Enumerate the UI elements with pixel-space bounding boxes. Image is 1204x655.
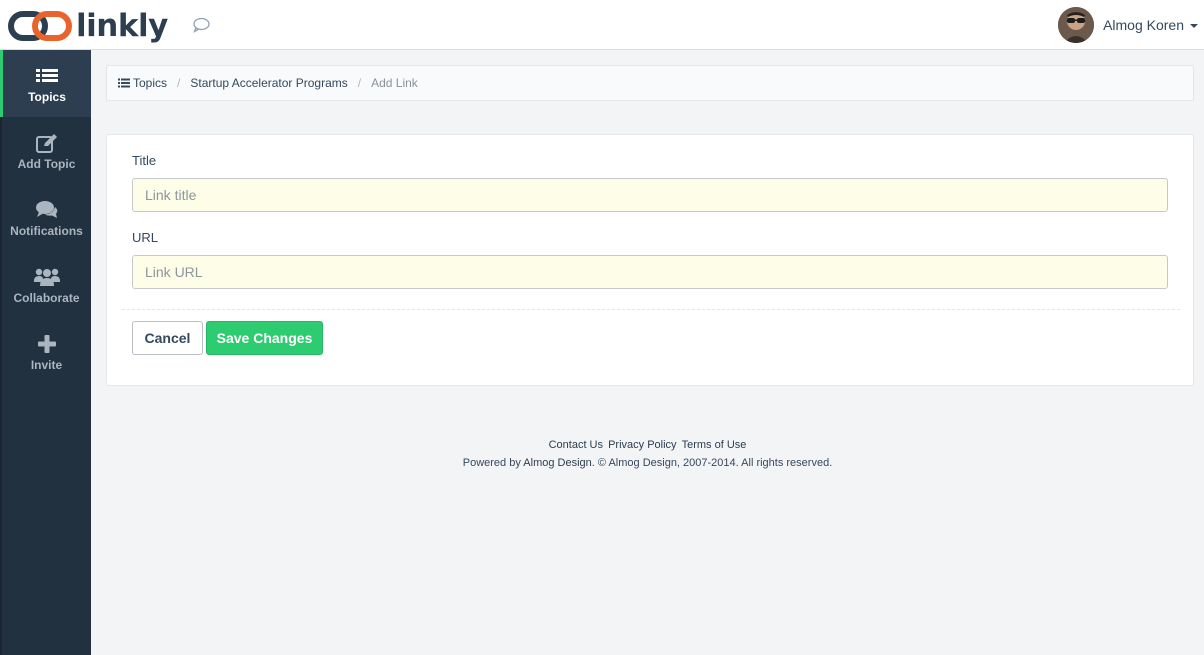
cancel-button[interactable]: Cancel — [132, 321, 203, 355]
sidebar-item-notifications[interactable]: Notifications — [2, 184, 91, 251]
user-menu[interactable]: Almog Koren — [1058, 0, 1204, 50]
linkly-logo[interactable]: linkly — [8, 8, 168, 44]
add-link-form: Title URL Cancel Save Changes — [106, 134, 1194, 386]
group-icon — [33, 265, 60, 287]
save-changes-button[interactable]: Save Changes — [206, 321, 323, 355]
url-label: URL — [132, 230, 159, 245]
sidebar-item-topics[interactable]: Topics — [0, 50, 91, 117]
avatar[interactable] — [1058, 7, 1095, 43]
top-navbar: linkly Almog Koren — [0, 0, 1204, 50]
breadcrumb-current: Add Link — [371, 76, 418, 90]
user-name[interactable]: Almog Koren — [1103, 17, 1184, 33]
footer-copyright: Powered by Almog Design. © Almog Design,… — [91, 457, 1204, 469]
breadcrumb-topics[interactable]: Topics — [118, 76, 167, 90]
form-divider — [122, 309, 1180, 310]
breadcrumb-topic[interactable]: Startup Accelerator Programs — [190, 76, 347, 90]
privacy-policy-link[interactable]: Privacy Policy — [608, 439, 676, 451]
plus-icon — [37, 332, 57, 354]
logo-text: linkly — [76, 8, 168, 44]
powered-by-text: Powered by — [462, 457, 521, 469]
url-input[interactable] — [132, 255, 1168, 289]
sidebar-item-label: Add Topic — [17, 156, 76, 171]
sidebar-item-collaborate[interactable]: Collaborate — [2, 251, 91, 318]
copyright-text: © Almog Design, 2007-2014. All rights re… — [597, 457, 833, 469]
sidebar-item-label: Notifications — [10, 223, 83, 238]
sidebar-item-add-topic[interactable]: Add Topic — [2, 117, 91, 184]
chevron-down-icon[interactable] — [1190, 24, 1198, 28]
sidebar: Topics Add Topic Notifications Collabora… — [0, 50, 91, 655]
breadcrumb-separator: / — [357, 76, 362, 90]
edit-icon — [35, 131, 58, 153]
comments-icon — [35, 198, 59, 220]
terms-of-use-link[interactable]: Terms of Use — [682, 439, 747, 451]
sidebar-item-invite[interactable]: Invite — [2, 318, 91, 385]
breadcrumb: Topics / Startup Accelerator Programs / … — [106, 65, 1194, 101]
list-icon — [118, 78, 130, 88]
sidebar-item-label: Topics — [28, 89, 66, 104]
sidebar-item-label: Invite — [30, 357, 63, 372]
breadcrumb-label: Topics — [133, 76, 168, 90]
sidebar-item-label: Collaborate — [13, 290, 80, 305]
chain-link-icon — [8, 11, 72, 41]
list-icon — [36, 64, 58, 86]
contact-us-link[interactable]: Contact Us — [549, 439, 603, 451]
title-label: Title — [132, 153, 157, 168]
title-input[interactable] — [132, 178, 1168, 212]
speech-bubble-icon[interactable] — [192, 17, 210, 38]
footer-links: Contact Us Privacy Policy Terms of Use — [91, 439, 1204, 451]
almog-design-link[interactable]: Almog Design. — [523, 457, 595, 469]
breadcrumb-separator: / — [177, 76, 181, 90]
